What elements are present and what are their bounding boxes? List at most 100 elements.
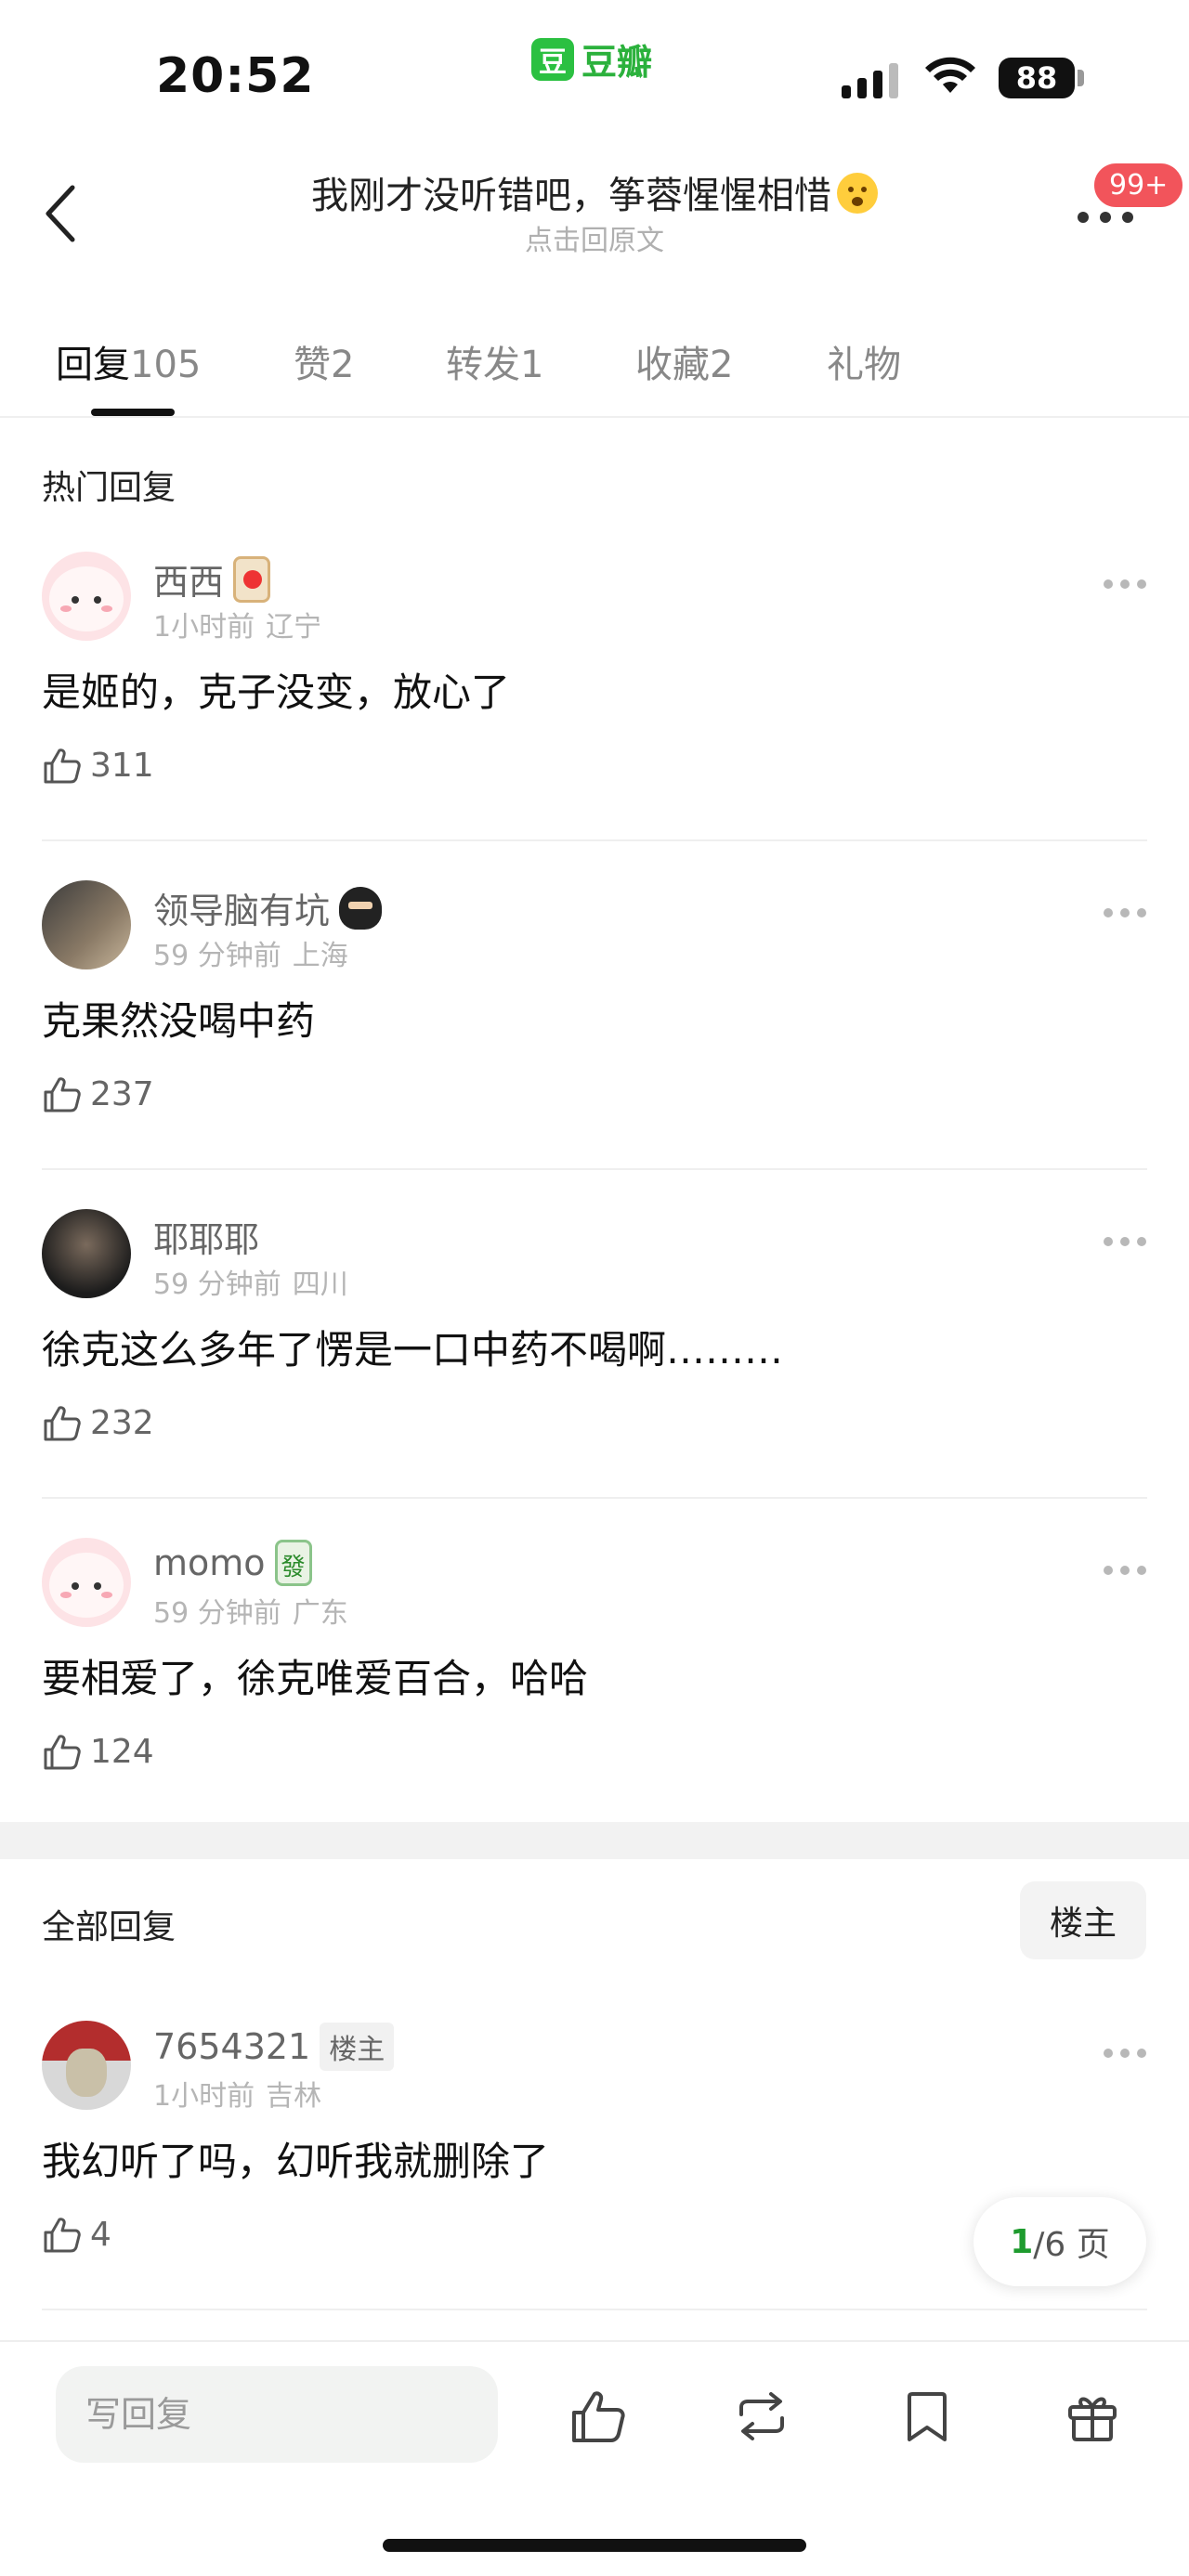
op-only-filter-button[interactable]: 楼主: [1020, 1881, 1146, 1959]
hot-replies-heading: 热门回复: [42, 469, 176, 507]
thumbs-up-icon: [44, 748, 81, 784]
battery-icon: 88: [999, 58, 1075, 98]
op-tag: 楼主: [320, 2023, 395, 2071]
comment-item: 耶耶耶 59 分钟前 四川 徐克这么多年了愣是一口中药不喝啊……… 232: [0, 1209, 1189, 1451]
tab-label: 回复: [56, 344, 130, 386]
tab-gifts[interactable]: 礼物: [827, 334, 901, 388]
status-time: 20:52: [156, 48, 315, 104]
comment-more-icon[interactable]: [1104, 1562, 1146, 1581]
username[interactable]: 7654321 楼主: [153, 2023, 395, 2071]
comment-meta: 59 分钟前 四川: [153, 1261, 348, 1302]
comment-more-icon[interactable]: [1104, 576, 1146, 594]
thumbs-up-icon: [44, 1077, 81, 1112]
tab-likes[interactable]: 赞2: [294, 334, 354, 388]
username[interactable]: 西西: [153, 553, 271, 605]
tab-label: 转发: [446, 344, 520, 386]
username[interactable]: 耶耶耶: [153, 1211, 259, 1262]
status-bar: 20:52 豆 豆瓣 88: [0, 0, 1189, 139]
thumbs-up-icon[interactable]: [568, 2387, 628, 2446]
home-indicator[interactable]: [383, 2539, 806, 2552]
divider: [42, 1168, 1147, 1170]
comment-more-icon[interactable]: [1104, 1233, 1146, 1252]
post-title-text: 我刚才没听错吧，筝蓉惺惺相惜: [311, 175, 831, 217]
avatar[interactable]: [42, 1209, 131, 1298]
top-nav: 我刚才没听错吧，筝蓉惺惺相惜 点击回原文 99+: [0, 149, 1189, 269]
comment-item: 西西 1小时前 辽宁 是姬的，克子没变，放心了 311: [0, 552, 1189, 793]
tab-collections[interactable]: 收藏2: [635, 334, 733, 388]
username[interactable]: momo: [153, 1540, 312, 1586]
thumbs-up-icon: [44, 1735, 81, 1770]
active-tab-indicator: [91, 409, 175, 416]
comment-meta: 59 分钟前 广东: [153, 1590, 348, 1631]
divider: [42, 2309, 1147, 2310]
total-pages: /6 页: [1033, 2226, 1110, 2264]
tab-count: 1: [520, 344, 544, 386]
comment-item: momo 59 分钟前广东 要相爱了，徐克唯爱百合，哈哈 124: [0, 1538, 1189, 1779]
bookmark-icon[interactable]: [897, 2387, 957, 2446]
comment-text: 克果然没喝中药: [42, 998, 316, 1044]
avatar[interactable]: [42, 2021, 131, 2110]
battery-cap: [1078, 70, 1084, 86]
like-button[interactable]: 232: [42, 1402, 154, 1443]
comment-location: 吉林: [266, 2080, 322, 2113]
comment-time: 1小时前: [153, 611, 255, 644]
wifi-icon: [925, 57, 975, 93]
gift-icon[interactable]: [1063, 2387, 1122, 2446]
post-title[interactable]: 我刚才没听错吧，筝蓉惺惺相惜: [0, 165, 1189, 219]
ninja-emoji-icon: [339, 886, 383, 930]
comment-meta: 59 分钟前 上海: [153, 932, 348, 973]
tab-label: 收藏: [635, 344, 710, 386]
cellular-signal-icon: [842, 63, 898, 98]
comment-more-icon[interactable]: [1104, 2045, 1146, 2063]
comment-more-icon[interactable]: [1104, 904, 1146, 923]
like-button[interactable]: 124: [42, 1731, 154, 1772]
username-text: momo: [153, 1542, 266, 1583]
username[interactable]: 领导脑有坑: [153, 882, 383, 933]
like-button[interactable]: 237: [42, 1073, 154, 1114]
app-name: 豆瓣: [581, 42, 653, 83]
mahjong-tile-icon: [274, 1540, 312, 1586]
avatar[interactable]: [42, 880, 131, 969]
avatar[interactable]: [42, 552, 131, 641]
comment-time: 1小时前: [153, 2080, 255, 2113]
comment-text: 我幻听了吗，幻听我就删除了: [42, 2139, 550, 2184]
comment-meta: 1小时前 辽宁: [153, 604, 321, 644]
like-count: 232: [90, 1403, 154, 1442]
like-count: 4: [90, 2215, 111, 2254]
divider: [42, 1497, 1147, 1499]
reply-input[interactable]: [56, 2366, 498, 2463]
like-button[interactable]: 311: [42, 745, 154, 786]
tab-replies[interactable]: 回复105: [56, 334, 201, 388]
tab-count: 2: [331, 344, 355, 386]
thumbs-up-icon: [44, 1406, 81, 1441]
username-text: 耶耶耶: [153, 1219, 260, 1260]
current-page: 1: [1010, 2222, 1034, 2261]
repost-icon[interactable]: [732, 2387, 791, 2446]
douban-logo-icon: 豆: [531, 37, 574, 81]
page-indicator[interactable]: 1/6 页: [973, 2197, 1146, 2286]
app-badge: 豆 豆瓣: [531, 33, 652, 85]
username-text: 西西: [153, 562, 225, 603]
tab-label: 赞: [294, 344, 331, 386]
back-to-original-link[interactable]: 点击回原文: [0, 217, 1189, 258]
section-separator: [0, 1822, 1189, 1859]
comment-text: 徐克这么多年了愣是一口中药不喝啊………: [42, 1327, 784, 1373]
notification-badge: 99+: [1091, 160, 1187, 211]
like-button[interactable]: 4: [42, 2214, 111, 2255]
comment-text: 要相爱了，徐克唯爱百合，哈哈: [42, 1656, 589, 1701]
tab-label: 礼物: [827, 344, 901, 386]
divider: [42, 839, 1147, 841]
comment-meta: 1小时前 吉林: [153, 2073, 321, 2114]
avatar[interactable]: [42, 1538, 131, 1627]
comment-time: 59 分钟前: [153, 1268, 281, 1301]
comment-location: 广东: [292, 1597, 348, 1630]
comment-item: 领导脑有坑 59 分钟前 上海 克果然没喝中药 237: [0, 880, 1189, 1122]
like-count: 311: [90, 746, 154, 785]
thumbs-up-icon: [44, 2218, 81, 2253]
comment-time: 59 分钟前: [153, 940, 281, 972]
tab-reposts[interactable]: 转发1: [446, 334, 543, 388]
tab-count: 105: [130, 344, 202, 386]
username-text: 7654321: [153, 2026, 311, 2067]
comment-location: 四川: [292, 1268, 348, 1301]
all-replies-heading: 全部回复: [42, 1908, 176, 1946]
